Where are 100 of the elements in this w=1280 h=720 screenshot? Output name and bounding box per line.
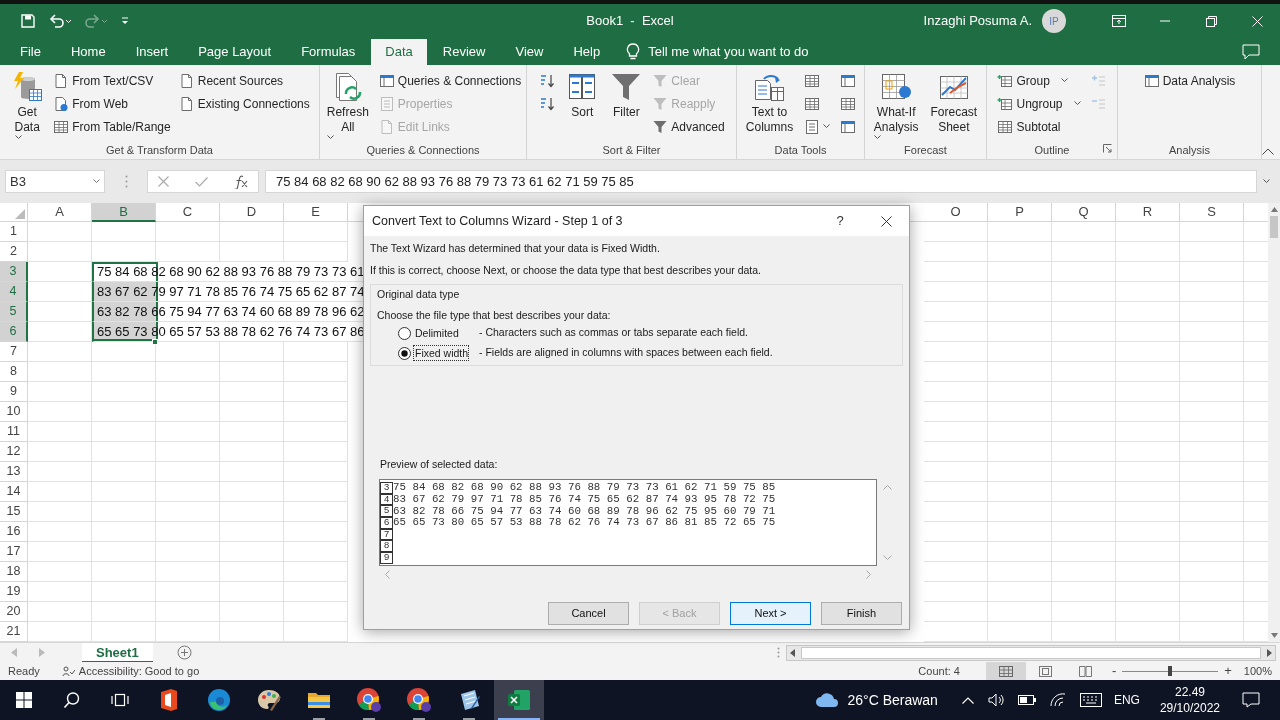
row-header[interactable]: 5	[0, 302, 28, 322]
table-cell[interactable]	[988, 582, 1052, 602]
table-cell[interactable]	[220, 602, 284, 622]
table-cell[interactable]	[28, 402, 92, 422]
zoom-out-button[interactable]: -	[1111, 661, 1117, 681]
table-cell[interactable]	[1180, 222, 1244, 242]
table-cell[interactable]	[988, 562, 1052, 582]
table-cell[interactable]	[1116, 222, 1180, 242]
table-cell[interactable]	[1052, 582, 1116, 602]
normal-view-button[interactable]	[985, 662, 1026, 680]
ribbon-button[interactable]: Queries & Connections	[375, 69, 525, 92]
table-cell[interactable]	[92, 522, 156, 542]
table-cell[interactable]	[284, 502, 348, 522]
table-cell[interactable]	[924, 282, 988, 302]
row-header[interactable]: 9	[0, 382, 28, 402]
table-cell[interactable]	[156, 382, 220, 402]
table-cell[interactable]	[220, 482, 284, 502]
table-cell[interactable]	[1052, 462, 1116, 482]
toolbar-button[interactable]	[48, 13, 72, 29]
column-header[interactable]: R	[1116, 203, 1180, 222]
table-cell[interactable]	[220, 542, 284, 562]
formula-field[interactable]: 75 84 68 82 68 90 62 88 93 76 88 79 73 73 61 62 71 59 75 85	[265, 170, 1257, 193]
ribbon-button[interactable]: From Web	[50, 92, 174, 115]
comments-button[interactable]	[1242, 44, 1260, 60]
row-header[interactable]: 6	[0, 322, 28, 342]
table-cell[interactable]	[284, 422, 348, 442]
table-cell[interactable]	[1116, 522, 1180, 542]
table-cell[interactable]	[924, 382, 988, 402]
table-cell[interactable]	[924, 402, 988, 422]
table-cell[interactable]	[92, 362, 156, 382]
ribbon-tab[interactable]: View	[501, 39, 558, 65]
table-cell[interactable]	[988, 522, 1052, 542]
table-cell[interactable]	[92, 442, 156, 462]
table-cell[interactable]	[1180, 382, 1244, 402]
table-cell[interactable]	[156, 542, 220, 562]
column-header[interactable]: E	[284, 203, 348, 222]
new-sheet-button[interactable]	[176, 645, 192, 660]
table-cell[interactable]	[1180, 302, 1244, 322]
collapse-ribbon-button[interactable]	[1262, 148, 1274, 155]
table-cell[interactable]	[1180, 402, 1244, 422]
table-cell[interactable]	[28, 502, 92, 522]
option-label[interactable]: Delimited	[413, 325, 469, 341]
table-cell[interactable]	[1052, 502, 1116, 522]
table-cell[interactable]	[284, 582, 348, 602]
row-header[interactable]: 10	[0, 402, 28, 422]
table-cell[interactable]	[924, 482, 988, 502]
row-header[interactable]: 4	[0, 282, 28, 302]
table-cell[interactable]	[1180, 582, 1244, 602]
table-cell[interactable]	[156, 442, 220, 462]
table-cell[interactable]	[92, 222, 156, 242]
table-cell[interactable]	[284, 482, 348, 502]
row-header[interactable]: 11	[0, 422, 28, 442]
table-cell[interactable]	[924, 342, 988, 362]
table-cell[interactable]	[92, 502, 156, 522]
table-cell[interactable]	[924, 562, 988, 582]
radio-button[interactable]	[398, 346, 411, 360]
table-cell[interactable]	[988, 542, 1052, 562]
table-cell[interactable]	[220, 342, 284, 362]
column-header[interactable]: S	[1180, 203, 1244, 222]
table-cell[interactable]	[28, 222, 92, 242]
table-cell[interactable]	[1180, 282, 1244, 302]
table-cell[interactable]	[220, 402, 284, 422]
row-header[interactable]: 13	[0, 462, 28, 482]
table-cell[interactable]	[1116, 422, 1180, 442]
table-cell[interactable]	[988, 322, 1052, 342]
slider-thumb[interactable]	[1168, 666, 1173, 676]
dialog-button[interactable]: Finish	[821, 602, 902, 625]
table-cell[interactable]	[220, 522, 284, 542]
sheet-tab[interactable]: Sheet1	[82, 642, 153, 663]
table-cell[interactable]	[28, 582, 92, 602]
ribbon-button[interactable]: From Table/Range	[50, 115, 174, 138]
row-header[interactable]: 12	[0, 442, 28, 462]
ribbon-button[interactable]: Refresh All	[321, 67, 374, 141]
ribbon-button[interactable]: Subtotal	[994, 115, 1084, 138]
table-cell[interactable]	[284, 462, 348, 482]
ribbon-button[interactable]: Advanced	[649, 115, 728, 138]
table-cell[interactable]	[220, 562, 284, 582]
table-cell[interactable]	[924, 362, 988, 382]
table-cell[interactable]	[284, 342, 348, 362]
row-header[interactable]: 8	[0, 362, 28, 382]
table-cell[interactable]	[284, 382, 348, 402]
ribbon-button[interactable]: What-If Analysis	[868, 67, 924, 141]
table-cell[interactable]	[1116, 502, 1180, 522]
table-cell[interactable]	[156, 342, 220, 362]
table-cell[interactable]	[1052, 562, 1116, 582]
table-cell[interactable]	[1180, 242, 1244, 262]
table-cell[interactable]	[924, 322, 988, 342]
ribbon-button[interactable]: Existing Connections	[175, 92, 313, 115]
row-header[interactable]: 1	[0, 222, 28, 242]
table-cell[interactable]	[1180, 562, 1244, 582]
table-cell[interactable]	[1116, 242, 1180, 262]
table-cell[interactable]	[28, 602, 92, 622]
table-cell[interactable]	[988, 302, 1052, 322]
ribbon-tab[interactable]: Formulas	[287, 39, 370, 65]
table-cell[interactable]	[1116, 562, 1180, 582]
table-cell[interactable]	[988, 342, 1052, 362]
horizontal-scrollbar[interactable]	[786, 644, 1276, 661]
ribbon-tab[interactable]: Help	[559, 39, 615, 65]
table-cell[interactable]	[988, 282, 1052, 302]
table-cell[interactable]	[220, 582, 284, 602]
